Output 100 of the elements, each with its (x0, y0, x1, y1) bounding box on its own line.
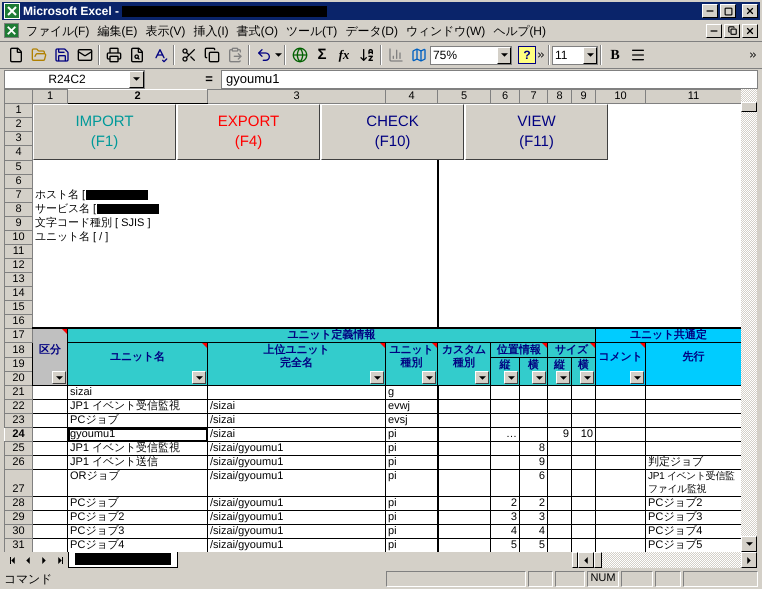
filter-dropdown[interactable] (630, 371, 644, 384)
column-header[interactable]: 9 (572, 90, 596, 104)
row-header[interactable]: 15 (4, 300, 32, 314)
menu-item[interactable]: ウィンドウ(W) (402, 22, 490, 40)
row-header[interactable]: 17 (4, 328, 32, 342)
table-cell[interactable]: 4 (520, 524, 548, 538)
column-header[interactable]: 2 (68, 90, 208, 104)
row-header[interactable]: 3 (4, 132, 32, 146)
row-header[interactable]: 2 (4, 118, 32, 132)
table-cell[interactable]: 9 (548, 428, 572, 442)
table-cell[interactable]: pi (386, 524, 438, 538)
row-header[interactable]: 31 (4, 538, 32, 552)
column-header[interactable]: 3 (208, 90, 386, 104)
sheet-tab[interactable] (68, 552, 178, 568)
maximize-icon[interactable] (724, 6, 732, 16)
filter-dropdown[interactable] (504, 371, 518, 384)
table-cell[interactable]: ORジョブ (68, 470, 208, 496)
row-header[interactable]: 8 (4, 202, 32, 216)
restore-icon[interactable] (728, 26, 736, 35)
table-cell[interactable]: … (490, 428, 520, 442)
row-header[interactable]: 21 (4, 386, 32, 400)
row-header[interactable]: 11 (4, 244, 32, 258)
more-tools-icon[interactable] (536, 50, 546, 60)
formula-field[interactable]: gyoumu1 (221, 70, 758, 88)
filter-dropdown[interactable] (556, 371, 570, 384)
scrollbar-thumb[interactable] (741, 102, 757, 112)
table-cell[interactable]: pi (386, 456, 438, 470)
menu-item[interactable]: 編集(E) (93, 22, 142, 40)
row-header[interactable]: 26 (4, 456, 32, 470)
row-header[interactable]: 14 (4, 286, 32, 300)
row-header[interactable]: 29 (4, 510, 32, 524)
name-box[interactable]: R24C2 (4, 70, 145, 88)
menu-item[interactable]: ツール(T) (282, 22, 342, 40)
scrollbar-thumb[interactable] (594, 552, 602, 568)
menu-item[interactable]: ファイル(F) (22, 22, 94, 40)
table-cell[interactable]: JP1 イベント受信監視 (68, 400, 208, 414)
split-handle[interactable] (572, 552, 578, 568)
table-cell[interactable]: 4 (490, 524, 520, 538)
row-header[interactable]: 12 (4, 258, 32, 272)
help-button[interactable]: ? (518, 46, 536, 64)
macro-button[interactable]: VIEW (F11) (465, 104, 608, 160)
table-cell[interactable]: PCジョブ (68, 496, 208, 510)
table-cell[interactable]: pi (386, 510, 438, 524)
row-header[interactable]: 4 (4, 146, 32, 160)
row-header[interactable]: 22 (4, 400, 32, 414)
row-header[interactable]: 28 (4, 496, 32, 510)
row-header[interactable]: 24 (4, 428, 32, 442)
table-cell[interactable]: evwj (386, 400, 438, 414)
table-cell[interactable]: /sizai/gyoumu1 (208, 442, 386, 456)
table-cell[interactable]: 8 (520, 442, 548, 456)
row-header[interactable]: 23 (4, 414, 32, 428)
row-header[interactable]: 19 (4, 358, 32, 372)
row-header[interactable]: 7 (4, 188, 32, 202)
table-cell[interactable]: 10 (572, 428, 596, 442)
table-cell[interactable]: 9 (520, 456, 548, 470)
row-header[interactable]: 27 (4, 470, 32, 496)
table-cell[interactable]: 3 (490, 510, 520, 524)
menu-item[interactable]: データ(D) (341, 22, 402, 40)
vertical-scrollbar[interactable] (741, 89, 757, 552)
close-icon[interactable] (745, 6, 755, 16)
column-header[interactable]: 10 (596, 90, 646, 104)
table-cell[interactable]: JP1 イベント受信監視 (68, 442, 208, 456)
more-tools-icon[interactable] (748, 50, 758, 60)
table-cell[interactable]: sizai (68, 386, 208, 400)
table-cell[interactable]: JP1 イベント送信 (68, 456, 208, 470)
autosum-button[interactable]: Σ (311, 44, 333, 66)
table-cell[interactable]: 6 (520, 470, 548, 496)
menu-item[interactable]: 表示(V) (141, 22, 190, 40)
table-cell[interactable]: pi (386, 496, 438, 510)
table-cell[interactable]: evsj (386, 414, 438, 428)
column-header[interactable]: 4 (386, 90, 438, 104)
table-cell[interactable]: /sizai/gyoumu1 (208, 496, 386, 510)
row-header[interactable]: 5 (4, 160, 32, 174)
table-cell[interactable]: /sizai/gyoumu1 (208, 510, 386, 524)
column-header[interactable]: 1 (32, 90, 68, 104)
row-header[interactable]: 9 (4, 216, 32, 230)
column-header[interactable]: 8 (548, 90, 572, 104)
filter-dropdown[interactable] (532, 371, 546, 384)
menu-item[interactable]: 挿入(I) (189, 22, 233, 40)
table-cell[interactable]: /sizai (208, 428, 386, 442)
table-cell[interactable]: PCジョブ2 (68, 510, 208, 524)
bold-button[interactable]: B (604, 44, 626, 66)
row-header[interactable]: 18 (4, 342, 32, 358)
table-cell[interactable]: /sizai/gyoumu1 (208, 524, 386, 538)
column-header[interactable]: 6 (490, 90, 520, 104)
table-cell[interactable]: /sizai/gyoumu1 (208, 470, 386, 496)
column-header[interactable]: 11 (646, 90, 741, 104)
filter-dropdown[interactable] (580, 371, 594, 384)
table-cell[interactable]: gyoumu1 (68, 428, 208, 442)
table-cell[interactable]: 3 (520, 510, 548, 524)
row-header[interactable]: 30 (4, 524, 32, 538)
row-header[interactable]: 6 (4, 174, 32, 188)
row-header[interactable]: 16 (4, 314, 32, 328)
filter-dropdown[interactable] (192, 371, 206, 384)
horizontal-scrollbar[interactable] (572, 552, 757, 568)
filter-dropdown[interactable] (475, 371, 489, 384)
menu-item[interactable]: ヘルプ(H) (489, 22, 550, 40)
row-header[interactable]: 10 (4, 230, 32, 244)
table-cell[interactable]: /sizai (208, 400, 386, 414)
filter-dropdown[interactable] (52, 371, 66, 384)
